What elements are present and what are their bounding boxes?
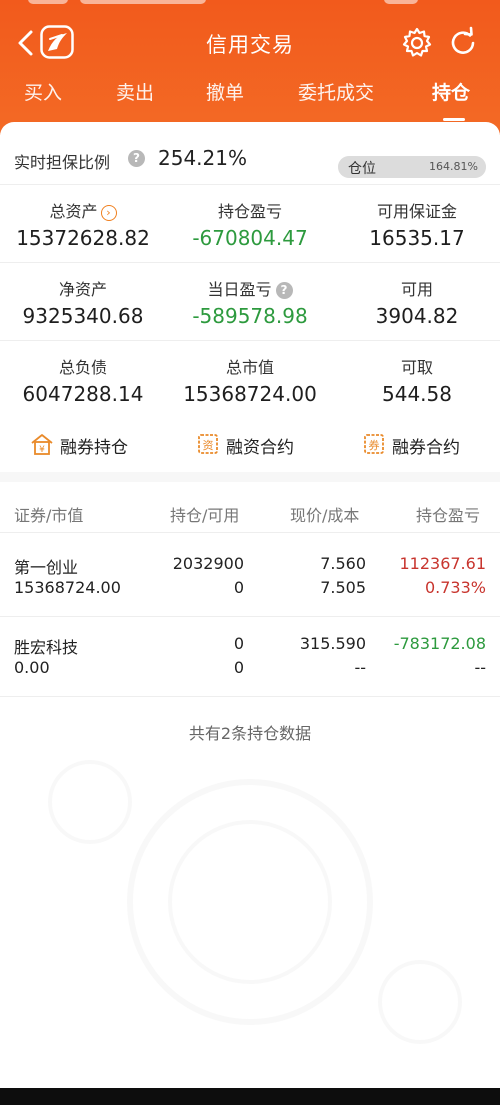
daily-pnl-value: -589578.98 bbox=[192, 304, 308, 328]
system-navigation-bar bbox=[0, 1088, 500, 1105]
account-card: 实时担保比例 ? 254.21% 仓位 164.81% 总资产 › 1537262… bbox=[0, 122, 500, 1097]
shortcut-label: 融资合约 bbox=[226, 438, 294, 458]
table-row[interactable]: 第一创业 15368724.00 2032900 0 7.560 7.505 1… bbox=[0, 536, 500, 616]
shortcut-securities-contracts[interactable]: 券 融券合约 bbox=[362, 430, 472, 464]
shortcut-financing-contracts[interactable]: 资 融资合约 bbox=[196, 430, 306, 464]
pnl-amount: 112367.61 bbox=[399, 554, 486, 573]
total-market-value: 总市值 15368724.00 bbox=[167, 354, 333, 406]
title-bar: 信用交易 bbox=[0, 20, 500, 66]
position-qty: 0 bbox=[233, 634, 244, 653]
shortcut-securities-positions[interactable]: ¥ 融券持仓 bbox=[30, 430, 140, 464]
tab-orders-fills[interactable]: 委托成交 bbox=[298, 78, 374, 105]
available-funds-value: 3904.82 bbox=[375, 304, 459, 328]
watermark-icon bbox=[48, 760, 462, 1044]
total-assets-label: 总资产 bbox=[49, 202, 98, 221]
position-pnl-value: -670804.47 bbox=[192, 226, 308, 250]
net-assets-value: 9325340.68 bbox=[22, 304, 144, 328]
cost-price: -- bbox=[354, 658, 366, 677]
available-margin-value: 16535.17 bbox=[369, 226, 465, 250]
total-market-value-label: 总市值 bbox=[225, 358, 274, 377]
position-qty: 2032900 bbox=[172, 554, 244, 573]
holdings-count-note: 共有2条持仓数据 bbox=[188, 724, 312, 743]
house-yen-icon: ¥ bbox=[31, 434, 53, 455]
column-header-position[interactable]: 持仓/可用 bbox=[170, 502, 239, 526]
withdrawable-label: 可取 bbox=[400, 358, 433, 377]
column-header-pnl[interactable]: 持仓盈亏 bbox=[416, 502, 480, 526]
daily-pnl-label: 当日盈亏 bbox=[207, 280, 272, 299]
position-pnl-label: 持仓盈亏 bbox=[217, 202, 282, 221]
help-icon[interactable]: ? bbox=[128, 150, 145, 167]
market-value: 0.00 bbox=[14, 658, 50, 677]
available-qty: 0 bbox=[233, 658, 244, 677]
total-assets: 总资产 › 15372628.82 bbox=[0, 198, 166, 250]
pnl-percent: -- bbox=[474, 658, 486, 677]
svg-text:资: 资 bbox=[203, 439, 214, 452]
position-value: 164.81% bbox=[429, 160, 478, 173]
gear-icon bbox=[402, 27, 432, 57]
shortcut-label: 融券持仓 bbox=[60, 438, 128, 458]
divider bbox=[0, 532, 500, 533]
available-funds: 可用 3904.82 bbox=[334, 276, 500, 328]
total-liabilities-label: 总负债 bbox=[58, 358, 107, 377]
market-value: 15368724.00 bbox=[14, 578, 121, 597]
divider bbox=[0, 340, 500, 341]
total-liabilities-value: 6047288.14 bbox=[22, 382, 144, 406]
available-margin-label: 可用保证金 bbox=[376, 202, 457, 221]
tab-sell[interactable]: 卖出 bbox=[116, 78, 154, 105]
tab-cancel-order[interactable]: 撤单 bbox=[206, 78, 244, 105]
total-liabilities: 总负债 6047288.14 bbox=[0, 354, 166, 406]
withdrawable: 可取 544.58 bbox=[334, 354, 500, 406]
divider bbox=[0, 184, 500, 185]
securities-contract-icon: 券 bbox=[364, 434, 384, 454]
status-bar-time bbox=[28, 0, 68, 4]
status-bar-signal bbox=[384, 0, 418, 4]
position-label: 仓位 bbox=[348, 161, 376, 177]
app-header: 信用交易 买入 卖出 撤单 委托成交 持仓 bbox=[0, 0, 500, 135]
security-name: 第一创业 bbox=[14, 558, 79, 577]
pnl-percent: 0.733% bbox=[424, 578, 486, 597]
position-gauge: 仓位 164.81% bbox=[338, 156, 486, 178]
daily-pnl: 当日盈亏? -589578.98 bbox=[167, 276, 333, 328]
table-row[interactable]: 胜宏科技 0.00 0 0 315.590 -- -783172.08 -- bbox=[0, 616, 500, 696]
refresh-button[interactable] bbox=[446, 26, 480, 60]
status-bar-text bbox=[80, 0, 206, 4]
collateral-ratio-row: 实时担保比例 ? 254.21% 仓位 164.81% bbox=[0, 136, 500, 182]
cost-price: 7.505 bbox=[320, 578, 366, 597]
refresh-icon bbox=[451, 26, 475, 54]
column-header-security[interactable]: 证券/市值 bbox=[14, 502, 83, 526]
security-name: 胜宏科技 bbox=[14, 638, 79, 657]
svg-text:券: 券 bbox=[369, 438, 380, 452]
shortcut-label: 融券合约 bbox=[392, 438, 460, 458]
tab-positions[interactable]: 持仓 bbox=[432, 78, 470, 105]
net-assets-label: 净资产 bbox=[58, 280, 107, 299]
pnl-amount: -783172.08 bbox=[393, 634, 486, 653]
net-assets: 净资产 9325340.68 bbox=[0, 276, 166, 328]
settings-button[interactable] bbox=[400, 26, 434, 60]
available-qty: 0 bbox=[233, 578, 244, 597]
status-bar bbox=[0, 0, 500, 10]
finance-contract-icon: 资 bbox=[198, 434, 218, 454]
collateral-ratio-label: 实时担保比例 bbox=[14, 153, 111, 172]
current-price: 315.590 bbox=[299, 634, 366, 653]
available-margin: 可用保证金 16535.17 bbox=[334, 198, 500, 250]
column-header-price[interactable]: 现价/成本 bbox=[290, 502, 359, 526]
active-tab-indicator bbox=[443, 118, 465, 121]
trade-tabs: 买入 卖出 撤单 委托成交 持仓 bbox=[0, 78, 500, 121]
chevron-right-icon[interactable]: › bbox=[100, 205, 117, 221]
withdrawable-value: 544.58 bbox=[382, 382, 452, 406]
position-pnl: 持仓盈亏 -670804.47 bbox=[167, 198, 333, 250]
available-funds-label: 可用 bbox=[400, 280, 433, 299]
current-price: 7.560 bbox=[320, 554, 366, 573]
divider bbox=[0, 262, 500, 263]
help-icon[interactable]: ? bbox=[275, 282, 293, 299]
total-assets-value: 15372628.82 bbox=[16, 226, 150, 250]
tab-buy[interactable]: 买入 bbox=[24, 78, 62, 105]
collateral-ratio-value: 254.21% bbox=[158, 146, 247, 170]
section-divider bbox=[0, 472, 500, 482]
divider bbox=[0, 696, 500, 697]
total-market-value-value: 15368724.00 bbox=[183, 382, 317, 406]
svg-text:¥: ¥ bbox=[39, 445, 45, 455]
